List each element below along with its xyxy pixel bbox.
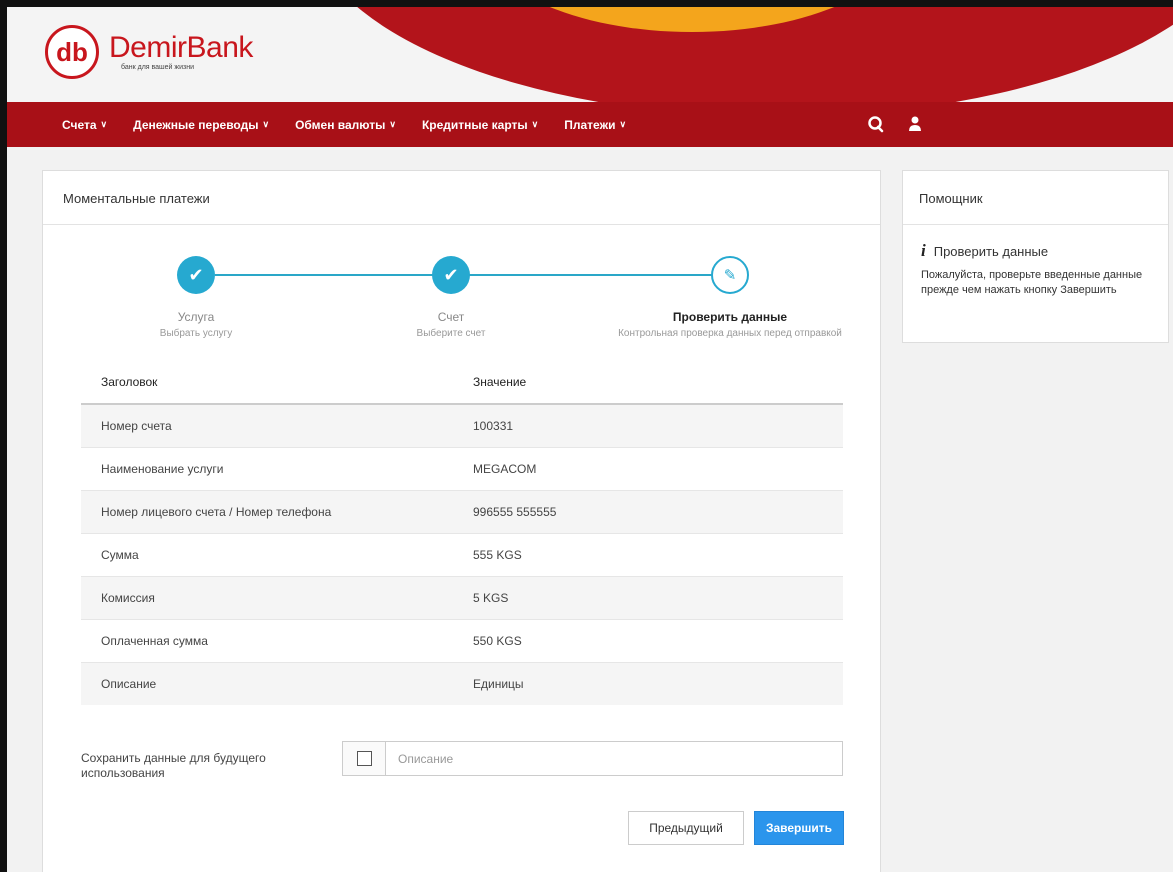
table-cell-value: 996555 555555 [453, 489, 843, 533]
table-row: Номер счета 100331 [81, 403, 843, 447]
table-cell-label: Сумма [81, 532, 453, 576]
previous-button[interactable]: Предыдущий [628, 811, 744, 845]
helper-title: Помощник [903, 171, 1168, 225]
step-2-title: Счет [437, 310, 465, 324]
table-header-row: Заголовок Значение [81, 361, 843, 405]
chevron-down-icon: ∨ [262, 119, 270, 129]
site-header: db DemirBank банк для вашей жизни [7, 7, 1173, 102]
panel-title: Моментальные платежи [43, 171, 880, 225]
table-cell-label: Номер счета [81, 403, 453, 447]
helper-info-text: Пожалуйста, проверьте введенные данные п… [921, 269, 1143, 296]
window-frame-top [0, 0, 1173, 7]
nav-icons [867, 115, 923, 133]
info-icon: i [921, 241, 926, 260]
finish-button[interactable]: Завершить [754, 811, 844, 845]
save-data-group [342, 741, 843, 776]
stepper: ✔ Услуга Выбрать услугу ✔ Счет Выберите … [43, 256, 882, 356]
table-row: Комиссия 5 KGS [81, 575, 843, 619]
chat-icon[interactable] [867, 115, 885, 133]
step-3-title: Проверить данные [672, 310, 788, 324]
table-cell-label: Описание [81, 661, 453, 705]
nav-item-label: Кредитные карты [421, 117, 528, 132]
table-cell-value: 555 KGS [453, 532, 843, 576]
chevron-down-icon: ∨ [531, 119, 539, 129]
description-input[interactable] [386, 742, 842, 775]
table-cell-value: MEGACOM [453, 446, 843, 490]
table-cell-value: Единицы [453, 661, 843, 705]
table-cell-value: 100331 [453, 403, 843, 447]
nav-item-accounts[interactable]: Счета ∨ [62, 118, 107, 132]
table-row: Описание Единицы [81, 661, 843, 705]
chevron-down-icon: ∨ [619, 119, 627, 129]
save-checkbox-wrap [343, 742, 386, 775]
pencil-icon[interactable]: ✎ [711, 256, 749, 294]
step-2-subtitle: Выберите счет [416, 328, 486, 339]
table-cell-value: 550 KGS [453, 618, 843, 662]
nav-item-credit-cards[interactable]: Кредитные карты ∨ [422, 118, 538, 132]
save-checkbox[interactable] [356, 751, 372, 766]
nav-item-label: Обмен валюты [295, 117, 386, 132]
table-cell-label: Оплаченная сумма [81, 618, 453, 662]
brand-name: DemirBank [109, 31, 253, 64]
logo[interactable]: db DemirBank банк для вашей жизни [45, 25, 253, 79]
table-header-title: Заголовок [81, 361, 453, 405]
main-nav: Счета ∨ Денежные переводы ∨ Обмен валюты… [7, 102, 1173, 147]
nav-item-label: Платежи [564, 117, 616, 132]
table-row: Номер лицевого счета / Номер телефона 99… [81, 489, 843, 533]
chevron-down-icon: ∨ [389, 119, 396, 129]
helper-panel: Помощник i Проверить данные Пожалуйста, … [902, 170, 1169, 343]
table-row: Оплаченная сумма 550 KGS [81, 618, 843, 662]
user-icon[interactable] [907, 115, 923, 133]
brand-tagline: банк для вашей жизни [121, 64, 194, 71]
table-header-value: Значение [453, 361, 843, 405]
table-cell-label: Номер лицевого счета / Номер телефона [81, 489, 453, 533]
nav-item-label: Денежные переводы [133, 117, 259, 132]
step-3-subtitle: Контрольная проверка данных перед отправ… [618, 328, 842, 339]
window-frame-left [0, 0, 7, 872]
table-row: Сумма 555 KGS [81, 532, 843, 576]
chevron-down-icon: ∨ [100, 119, 108, 129]
save-data-label: Сохранить данные для будущего использова… [81, 751, 266, 780]
step-2-done-icon[interactable]: ✔ [432, 256, 470, 294]
helper-info-heading: i Проверить данные [921, 241, 1048, 261]
nav-item-exchange[interactable]: Обмен валюты ∨ [295, 118, 396, 132]
nav-item-label: Счета [62, 117, 97, 132]
stepper-line [453, 274, 723, 276]
helper-info-title: Проверить данные [933, 243, 1049, 259]
table-cell-label: Наименование услуги [81, 446, 453, 490]
logo-text: DemirBank банк для вашей жизни [109, 31, 253, 72]
nav-item-payments[interactable]: Платежи ∨ [564, 118, 626, 132]
step-1-done-icon[interactable]: ✔ [177, 256, 215, 294]
table-cell-label: Комиссия [81, 575, 453, 619]
review-table: Заголовок Значение Номер счета 100331 На… [81, 361, 843, 705]
table-cell-value: 5 KGS [453, 575, 843, 619]
logo-mark: db [45, 25, 99, 79]
step-1-title: Услуга [177, 310, 215, 324]
table-row: Наименование услуги MEGACOM [81, 446, 843, 490]
nav-item-transfers[interactable]: Денежные переводы ∨ [133, 118, 269, 132]
payment-panel: Моментальные платежи ✔ Услуга Выбрать ус… [42, 170, 881, 872]
